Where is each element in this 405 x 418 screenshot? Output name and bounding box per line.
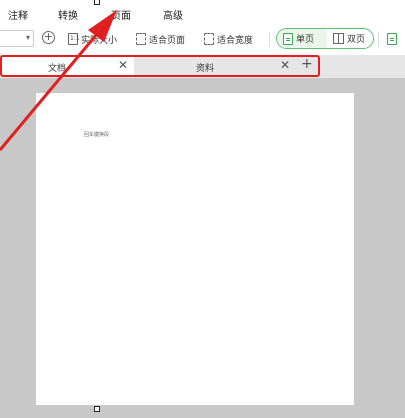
tab-materials[interactable]: 资料 ✕ (134, 57, 296, 76)
new-tab-icon[interactable]: + (301, 56, 313, 72)
resize-handle-bottom[interactable] (94, 406, 100, 412)
fit-page-button[interactable]: 适合页面 (136, 30, 185, 48)
document-green-icon (387, 33, 397, 45)
toolbar-divider (269, 32, 270, 47)
chevron-down-icon: ▾ (25, 33, 30, 42)
page-text: 回车键换段 (84, 132, 110, 138)
tab-document-label: 文档 (47, 64, 66, 74)
fit-page-label: 适合页面 (149, 35, 186, 46)
double-page-icon (333, 33, 344, 44)
fit-width-icon (204, 33, 214, 45)
menu-bar: 注释 转换 页面 高级 (0, 0, 405, 24)
tab-bar: 文档 ✕ 资料 ✕ (0, 55, 405, 78)
double-page-label: 双页 (347, 35, 366, 45)
double-page-button[interactable]: 双页 (329, 29, 373, 48)
zoom-in-icon[interactable]: + (42, 31, 55, 44)
page-view-toggle: 单页 双页 (276, 28, 374, 49)
menu-annotate[interactable]: 注释 (8, 7, 28, 22)
toolbar-divider (378, 32, 379, 47)
next-tool-button[interactable] (387, 30, 397, 48)
actual-size-icon: 1:1 (68, 33, 80, 45)
single-page-button[interactable]: 单页 (277, 29, 327, 48)
fit-page-icon (136, 33, 146, 45)
menu-page[interactable]: 页面 (111, 7, 131, 22)
actual-size-button[interactable]: 1:1 实际大小 (68, 30, 117, 48)
single-page-label: 单页 (296, 35, 315, 45)
fit-width-button[interactable]: 适合宽度 (204, 30, 253, 48)
actual-size-label: 实际大小 (81, 35, 118, 46)
fit-width-label: 适合宽度 (217, 35, 254, 46)
menu-convert[interactable]: 转换 (58, 7, 78, 22)
tab-materials-label: 资料 (195, 64, 214, 74)
zoom-select[interactable]: ▾ (0, 30, 34, 47)
close-icon[interactable]: ✕ (118, 58, 128, 72)
resize-handle-top[interactable] (94, 0, 100, 5)
menu-advanced[interactable]: 高级 (163, 7, 183, 22)
close-icon[interactable]: ✕ (280, 58, 290, 72)
single-page-icon (283, 32, 293, 45)
tab-document[interactable]: 文档 ✕ (0, 57, 134, 76)
toolbar: ▾ + 1:1 实际大小 适合页面 适合宽度 单页 双页 (0, 24, 405, 56)
document-page[interactable]: 回车键换段 (36, 93, 354, 405)
